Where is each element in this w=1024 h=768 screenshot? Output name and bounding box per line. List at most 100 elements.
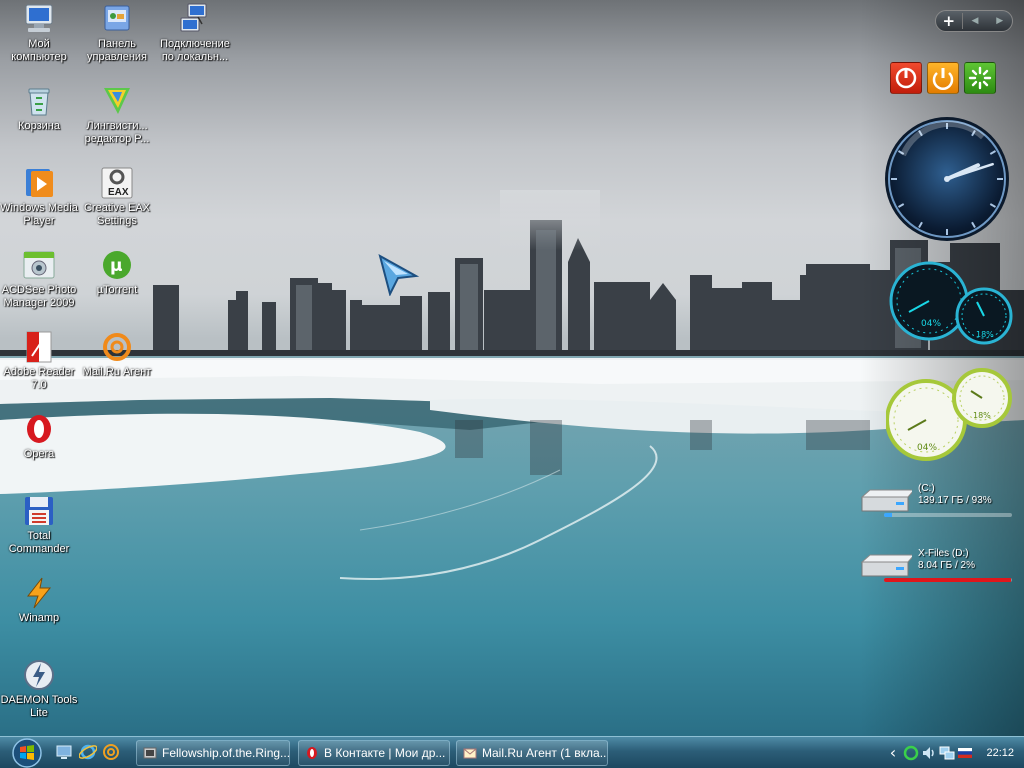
desktop-icon-linguistic-editor[interactable]: Лингвисти... редактор P... [78, 84, 156, 146]
desktop-icon-mailru-agent[interactable]: Mail.Ru Агент [78, 330, 156, 379]
my-computer-icon [22, 2, 56, 36]
media-player-icon [22, 166, 56, 200]
linguistic-editor-icon [100, 84, 134, 118]
winamp-icon [22, 576, 56, 610]
drive-space-fill [884, 578, 1011, 582]
utorrent-icon: µ [100, 248, 134, 282]
desktop-icon-total-commander[interactable]: Total Commander [0, 494, 78, 556]
desktop-icon-utorrent[interactable]: µ µTorrent [78, 248, 156, 297]
desktop-icon-label: Подключение по локальн... [160, 38, 230, 63]
desktop-icon-daemon-tools[interactable]: DAEMON Tools Lite [0, 658, 78, 720]
mouse-cursor-icon [376, 252, 420, 300]
task-button-video[interactable]: Fellowship.of.the.Ring... [136, 740, 290, 766]
add-gadget-button[interactable]: + [936, 11, 962, 31]
tray-expand-button[interactable]: ‹ [885, 745, 901, 761]
memory-percent-label: 18% [976, 330, 994, 339]
start-button[interactable] [8, 737, 46, 768]
desktop-icon-label: Total Commander [8, 530, 70, 555]
recycle-bin-icon [22, 84, 56, 118]
shutdown-button[interactable] [890, 62, 922, 94]
desktop-icon-label: Mail.Ru Агент [82, 366, 152, 378]
volume-icon[interactable] [921, 745, 937, 761]
tray-clock[interactable]: 22:12 [986, 747, 1014, 759]
adobe-reader-icon [22, 330, 56, 364]
desktop-icon-label: Opera [23, 448, 55, 460]
task-button-browser[interactable]: В Контакте | Мои др... [298, 740, 450, 766]
task-label: Mail.Ru Агент (1 вкла... [482, 746, 607, 760]
power-icon [895, 67, 917, 89]
desktop-icon-recycle-bin[interactable]: Корзина [0, 84, 78, 133]
previous-page-button[interactable]: ◀ [963, 16, 988, 26]
desktop-icon-opera[interactable]: Opera [0, 412, 78, 461]
next-page-button[interactable]: ▶ [987, 16, 1012, 26]
desktop-icon-label: µTorrent [96, 284, 138, 296]
drive-space-bar [884, 513, 1012, 517]
desktop-icon-label: Winamp [18, 612, 60, 624]
desktop-icon-media-player[interactable]: Windows Media Player [0, 166, 78, 228]
system-meter-gadget[interactable]: 04% 18% [885, 368, 1014, 468]
mail-agent-tray-icon[interactable] [903, 745, 919, 761]
desktop-icon-my-computer[interactable]: Мой компьютер [0, 2, 78, 64]
internet-explorer-icon [78, 744, 98, 760]
restart-button[interactable] [964, 62, 996, 94]
total-commander-icon [22, 494, 56, 528]
desktop-icon-label: DAEMON Tools Lite [0, 694, 78, 719]
desktop-icon-network[interactable]: Подключение по локальн... [156, 2, 234, 64]
clock-gadget[interactable] [883, 115, 1011, 247]
secondary-percent-label: 18% [973, 411, 991, 420]
sidebar-control-bar: + ◀ ▶ [935, 10, 1013, 32]
acdsee-icon [22, 248, 56, 282]
svg-text:µ: µ [110, 256, 123, 276]
control-panel-icon [100, 2, 134, 36]
eax-settings-icon: EAX [100, 166, 134, 200]
desktop-icon-label: Creative EAX Settings [83, 202, 151, 227]
drive-name: X-Files (D:) [918, 548, 969, 559]
desktop-icon-control-panel[interactable]: Панель управления [78, 2, 156, 64]
svg-text:EAX: EAX [108, 187, 129, 198]
drive-space-fill [884, 513, 892, 517]
cpu-percent-label: 04% [921, 319, 941, 329]
mail-icon [463, 748, 477, 759]
restart-icon [968, 66, 992, 90]
opera-icon [22, 412, 56, 446]
desktop-icon-acdsee[interactable]: ACDSee Photo Manager 2009 [0, 248, 78, 310]
at-sign-icon [103, 744, 119, 760]
language-flag-icon[interactable] [957, 745, 973, 761]
system-tray: ‹ 22:12 [885, 740, 1024, 766]
drive-name: (C:) [918, 483, 935, 494]
desktop-icon-label: Корзина [18, 120, 60, 132]
desktop-icon-winamp[interactable]: Winamp [0, 576, 78, 625]
drive-usage: 8.04 ГБ / 2% [918, 560, 976, 571]
cpu-meter-gadget[interactable]: 04% 18% [889, 258, 1014, 352]
desktop-icon-label: Мой компьютер [11, 38, 67, 63]
desktop-icon-label: Adobe Reader 7.0 [3, 366, 75, 391]
desktop-icon-label: Панель управления [87, 38, 147, 63]
desktop-icon-label: Windows Media Player [0, 202, 78, 227]
internet-explorer-button[interactable] [78, 743, 98, 761]
network-connection-icon [178, 2, 212, 36]
taskbar: Fellowship.of.the.Ring... В Контакте | М… [0, 736, 1024, 768]
task-label: В Контакте | Мои др... [324, 746, 446, 760]
windows-logo-icon [12, 738, 42, 768]
network-tray-icon[interactable] [939, 745, 955, 761]
desktop-icon-adobe-reader[interactable]: Adobe Reader 7.0 [0, 330, 78, 392]
daemon-tools-icon [22, 658, 56, 692]
drive-usage: 139.17 ГБ / 93% [918, 495, 992, 506]
opera-icon [307, 747, 317, 759]
drive-c-gadget[interactable]: (C:) 139.17 ГБ / 93% [858, 483, 1013, 523]
drive-space-bar [884, 578, 1012, 582]
main-percent-label: 04% [917, 443, 937, 453]
mailru-agent-icon [100, 330, 134, 364]
logoff-button[interactable] [927, 62, 959, 94]
task-label: Fellowship.of.the.Ring... [162, 746, 289, 760]
drive-d-gadget[interactable]: X-Files (D:) 8.04 ГБ / 2% [858, 548, 1013, 588]
desktop-icon-label: Лингвисти... редактор P... [84, 120, 150, 145]
mailru-agent-launch-button[interactable] [102, 743, 120, 761]
show-desktop-button[interactable] [55, 743, 73, 761]
video-file-icon [143, 747, 157, 759]
desktop-icon-label: ACDSee Photo Manager 2009 [1, 284, 77, 309]
show-desktop-icon [56, 745, 72, 759]
logoff-icon [932, 68, 954, 90]
task-button-mail-agent[interactable]: Mail.Ru Агент (1 вкла... [456, 740, 608, 766]
desktop-icon-eax-settings[interactable]: EAX Creative EAX Settings [78, 166, 156, 228]
